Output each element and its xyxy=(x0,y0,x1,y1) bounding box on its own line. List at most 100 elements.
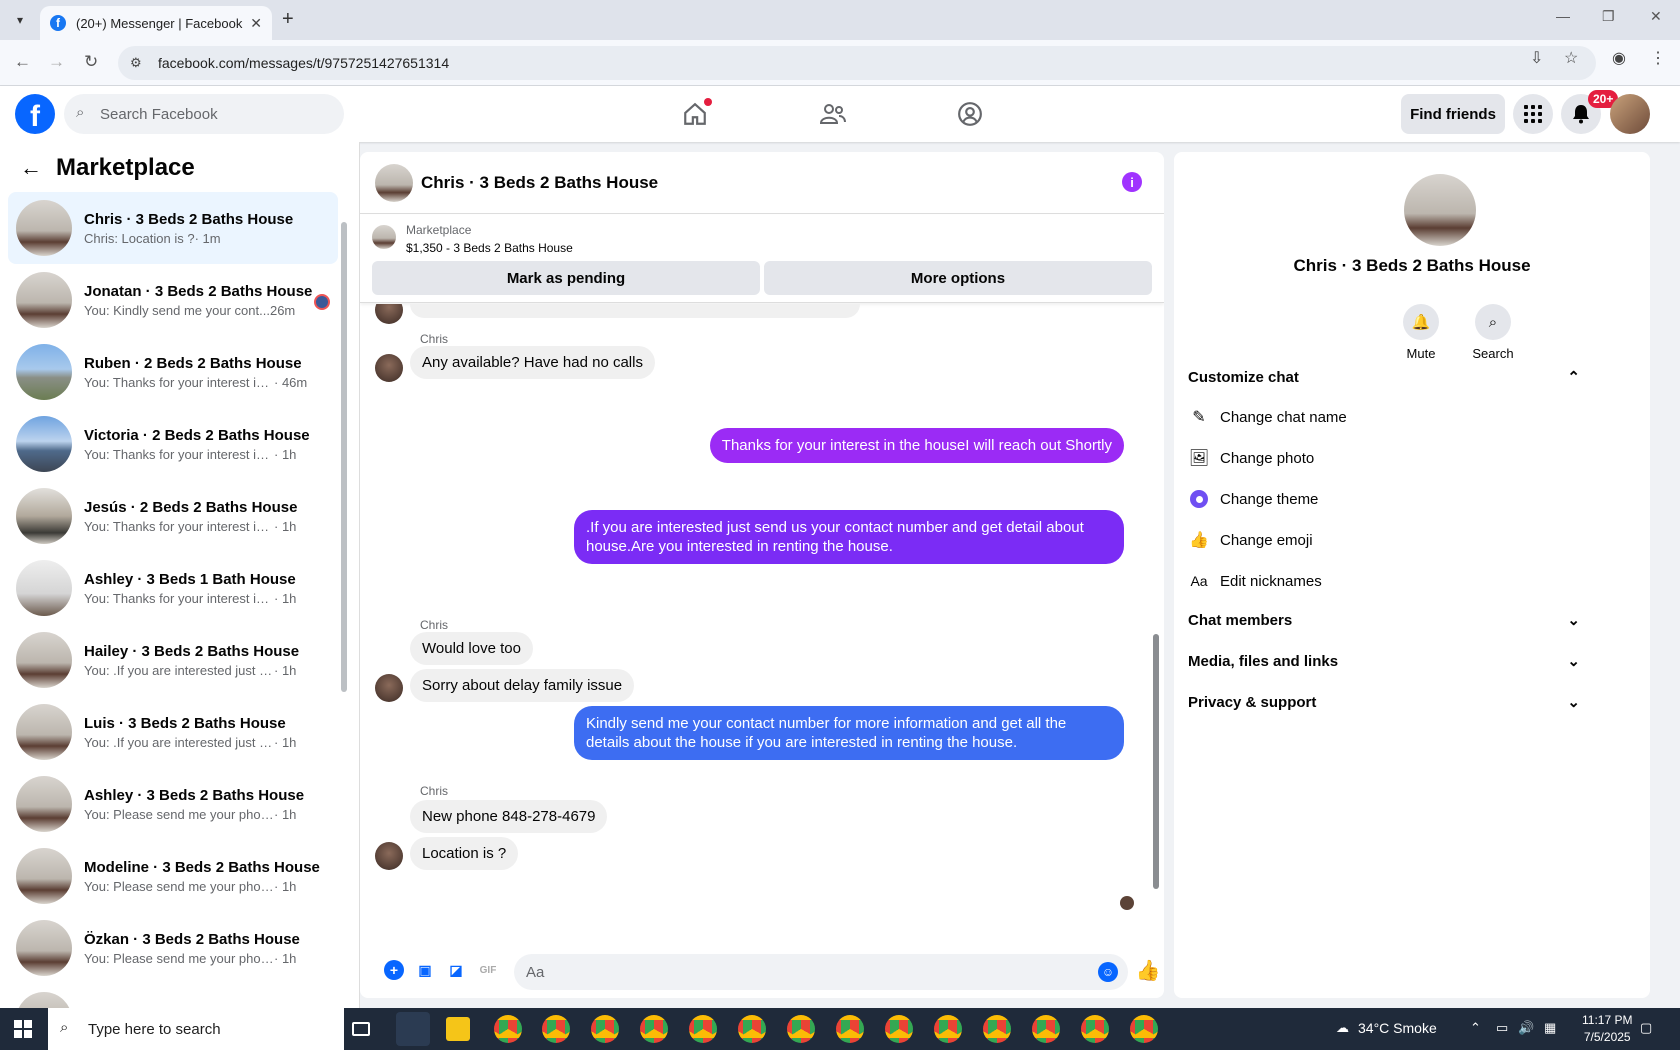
info-icon[interactable]: i xyxy=(1122,172,1142,192)
chat-title[interactable]: Chris · 3 Beds 2 Baths House xyxy=(421,173,658,193)
gif-icon[interactable]: GIF xyxy=(478,960,498,980)
chrome-icon[interactable] xyxy=(738,1015,766,1043)
mute-button[interactable]: 🔔 Mute xyxy=(1386,304,1456,361)
conversation-name: Jesús · 2 Beds 2 Baths House xyxy=(84,498,298,516)
conversation-sidebar: ← Marketplace Chris · 3 Beds 2 Baths Hou… xyxy=(0,142,360,1008)
nav-home[interactable] xyxy=(640,92,750,136)
browser-menu-icon[interactable]: ⋮ xyxy=(1650,48,1666,68)
profile-icon[interactable]: ◉ xyxy=(1612,48,1626,68)
find-friends-button[interactable]: Find friends xyxy=(1401,94,1505,134)
task-view-icon[interactable] xyxy=(352,1022,370,1036)
conversation-item[interactable]: Ashley · 3 Beds 1 Bath House You: Thanks … xyxy=(8,552,338,624)
back-arrow-icon[interactable]: ← xyxy=(20,155,42,181)
conversation-time: · 1h xyxy=(274,662,297,678)
chat-scrollbar-thumb[interactable] xyxy=(1153,634,1159,889)
clock-time: 11:17 PM xyxy=(1582,1013,1633,1027)
conversation-item[interactable]: Victoria · 2 Beds 2 Baths House You: Than… xyxy=(8,408,338,480)
chrome-icon[interactable] xyxy=(542,1015,570,1043)
attach-photo-icon[interactable]: ▣ xyxy=(415,960,435,980)
weather-text[interactable]: 34°C Smoke xyxy=(1358,1020,1437,1036)
sticky-notes-icon[interactable] xyxy=(446,1017,470,1041)
customize-chat-header[interactable]: Customize chat ⌃ xyxy=(1188,368,1580,387)
search-facebook-input[interactable]: ⌕ Search Facebook xyxy=(64,94,344,134)
change-chat-name-item[interactable]: ✎ Change chat name xyxy=(1188,406,1346,428)
chrome-icon[interactable] xyxy=(1032,1015,1060,1043)
taskbar-app-icon[interactable] xyxy=(396,1012,430,1046)
new-tab-button[interactable]: + xyxy=(282,8,294,31)
facebook-logo-icon[interactable]: f xyxy=(15,94,55,134)
weather-icon[interactable]: ☁ xyxy=(1336,1020,1349,1036)
edit-nicknames-item[interactable]: Aa Edit nicknames xyxy=(1188,570,1321,592)
back-icon[interactable]: ← xyxy=(14,52,31,72)
account-avatar[interactable] xyxy=(1610,94,1650,134)
action-center-icon[interactable]: ▢ xyxy=(1640,1020,1652,1036)
sidebar-scrollbar-thumb[interactable] xyxy=(341,222,347,692)
chrome-icon[interactable] xyxy=(689,1015,717,1043)
conversation-item[interactable]: Ruben · 2 Beds 2 Baths House You: Thanks … xyxy=(8,336,338,408)
install-app-icon[interactable]: ⇩ xyxy=(1530,48,1543,68)
conversation-item[interactable]: Kadeen · 3 Beds 2 Baths House xyxy=(8,984,338,1008)
reload-icon[interactable]: ↻ xyxy=(84,52,98,72)
taskbar-clock[interactable]: 11:17 PM 7/5/2025 xyxy=(1582,1012,1632,1046)
nav-friends[interactable] xyxy=(778,92,888,136)
url-bar[interactable]: ⚙ facebook.com/messages/t/97572514276513… xyxy=(118,46,1596,80)
sidebar-scrollbar[interactable] xyxy=(340,202,348,1008)
chat-avatar[interactable] xyxy=(375,163,413,202)
message-bubble-incoming xyxy=(410,304,860,318)
chrome-icon[interactable] xyxy=(934,1015,962,1043)
change-theme-item[interactable]: Change theme xyxy=(1188,488,1318,510)
thumbs-up-icon[interactable]: 👍 xyxy=(1136,960,1161,982)
chrome-icon[interactable] xyxy=(591,1015,619,1043)
conversation-item[interactable]: Özkan · 3 Beds 2 Baths House You: Please … xyxy=(8,912,338,984)
conversation-item[interactable]: Luis · 3 Beds 2 Baths House You: .If you … xyxy=(8,696,338,768)
conversation-item[interactable]: Chris · 3 Beds 2 Baths House Chris: Locat… xyxy=(8,192,338,264)
chrome-icon[interactable] xyxy=(1081,1015,1109,1043)
more-options-button[interactable]: More options xyxy=(764,261,1152,295)
info-avatar[interactable] xyxy=(1404,174,1476,246)
change-photo-item[interactable]: 🖼 Change photo xyxy=(1188,447,1314,469)
nav-profile[interactable] xyxy=(915,92,1025,136)
conversation-item[interactable]: Jonatan · 3 Beds 2 Baths House You: Kindl… xyxy=(8,264,338,336)
network-icon[interactable]: ▦ xyxy=(1544,1020,1556,1036)
windows-start-icon[interactable] xyxy=(14,1020,32,1038)
chrome-icon[interactable] xyxy=(1130,1015,1158,1043)
close-window-button[interactable]: ✕ xyxy=(1650,8,1662,25)
emoji-icon[interactable]: ☺ xyxy=(1098,962,1118,982)
plus-icon[interactable]: + xyxy=(384,960,404,980)
change-emoji-item[interactable]: 👍 Change emoji xyxy=(1188,529,1313,551)
show-hidden-icons-icon[interactable]: ⌃ xyxy=(1470,1020,1481,1036)
restore-button[interactable]: ❐ xyxy=(1602,8,1615,25)
mark-as-pending-button[interactable]: Mark as pending xyxy=(372,261,760,295)
listing-thumbnail[interactable] xyxy=(372,225,396,249)
browser-tab[interactable]: f (20+) Messenger | Facebook ✕ xyxy=(40,6,272,40)
chrome-icon[interactable] xyxy=(885,1015,913,1043)
site-info-icon[interactable]: ⚙ xyxy=(130,55,142,71)
sticker-icon[interactable]: ◪ xyxy=(446,960,466,980)
conversation-item[interactable]: Ashley · 3 Beds 2 Baths House You: Please… xyxy=(8,768,338,840)
menu-grid-icon[interactable] xyxy=(1513,94,1553,134)
listing-title[interactable]: $1,350 - 3 Beds 2 Baths House xyxy=(406,241,573,255)
chat-members-header[interactable]: Chat members ⌄ xyxy=(1188,611,1580,630)
taskbar-search-input[interactable]: ⌕ Type here to search xyxy=(48,1008,344,1050)
message-input[interactable]: Aa ☺ xyxy=(514,954,1128,990)
bookmark-star-icon[interactable]: ☆ xyxy=(1564,48,1578,68)
chat-scrollbar[interactable] xyxy=(1150,304,1162,898)
chrome-icon[interactable] xyxy=(494,1015,522,1043)
conversation-item[interactable]: Hailey · 3 Beds 2 Baths House You: .If yo… xyxy=(8,624,338,696)
chrome-icon[interactable] xyxy=(983,1015,1011,1043)
chrome-icon[interactable] xyxy=(787,1015,815,1043)
tab-search-button[interactable]: ▾ xyxy=(8,8,32,32)
chrome-icon[interactable] xyxy=(640,1015,668,1043)
media-files-links-header[interactable]: Media, files and links ⌄ xyxy=(1188,652,1580,671)
search-in-chat-button[interactable]: ⌕ Search xyxy=(1458,304,1528,361)
conversation-item[interactable]: Modeline · 3 Beds 2 Baths House You: Plea… xyxy=(8,840,338,912)
tab-close-icon[interactable]: ✕ xyxy=(250,15,262,32)
sender-avatar xyxy=(375,354,403,382)
chrome-icon[interactable] xyxy=(836,1015,864,1043)
battery-icon[interactable]: ▭ xyxy=(1496,1020,1508,1036)
volume-icon[interactable]: 🔊 xyxy=(1518,1020,1534,1036)
minimize-button[interactable]: — xyxy=(1556,8,1570,24)
forward-icon[interactable]: → xyxy=(48,52,65,72)
privacy-support-header[interactable]: Privacy & support ⌄ xyxy=(1188,693,1580,712)
conversation-item[interactable]: Jesús · 2 Beds 2 Baths House You: Thanks … xyxy=(8,480,338,552)
